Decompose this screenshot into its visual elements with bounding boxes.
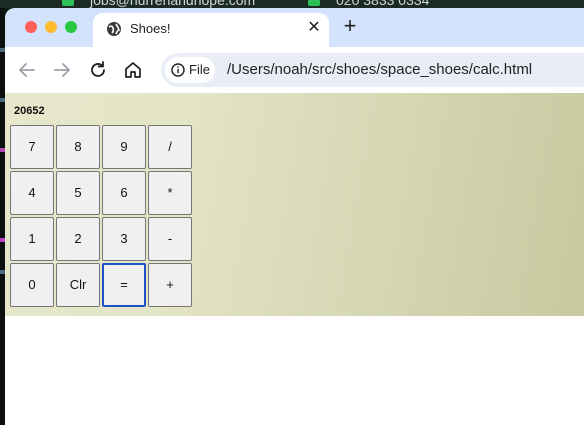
- key-5-button[interactable]: 5: [56, 171, 100, 215]
- key-9-button[interactable]: 9: [102, 125, 146, 169]
- arrow-left-icon: [19, 63, 35, 77]
- arrow-right-icon: [54, 63, 70, 77]
- back-button[interactable]: [16, 59, 38, 81]
- background-window-strip: jobs@hurrenandhope.com 020 3833 0334: [0, 0, 584, 8]
- key-divide-button[interactable]: /: [148, 125, 192, 169]
- tab-strip: Shoes! ✕ +: [5, 8, 584, 47]
- info-icon: [171, 63, 185, 77]
- window-close-button[interactable]: [25, 21, 37, 33]
- address-bar[interactable]: File /Users/noah/src/shoes/space_shoes/c…: [161, 53, 584, 87]
- key-1-button[interactable]: 1: [10, 217, 54, 261]
- key-4-button[interactable]: 4: [10, 171, 54, 215]
- mail-icon: [62, 0, 74, 6]
- key-subtract-button[interactable]: -: [148, 217, 192, 261]
- calculator-panel: 20652 7 8 9/ 4 5 6 * 1 2 3- 0 Clr = +: [5, 93, 584, 316]
- key-2-button[interactable]: 2: [56, 217, 100, 261]
- globe-icon: [106, 21, 122, 37]
- key-6-button[interactable]: 6: [102, 171, 146, 215]
- reload-button[interactable]: [87, 59, 109, 81]
- key-0-button[interactable]: 0: [10, 263, 54, 307]
- key-clear-button[interactable]: Clr: [56, 263, 100, 307]
- new-tab-button[interactable]: +: [339, 15, 361, 38]
- key-add-button[interactable]: +: [148, 263, 192, 307]
- phone-icon: [308, 0, 320, 6]
- page-content: 20652 7 8 9/ 4 5 6 * 1 2 3- 0 Clr = +: [5, 93, 584, 425]
- browser-toolbar: File /Users/noah/src/shoes/space_shoes/c…: [5, 47, 584, 93]
- calculator-display: 20652: [14, 105, 45, 117]
- key-3-button[interactable]: 3: [102, 217, 146, 261]
- url-text[interactable]: /Users/noah/src/shoes/space_shoes/calc.h…: [227, 61, 532, 78]
- key-equals-button[interactable]: =: [102, 263, 146, 307]
- background-email-text: jobs@hurrenandhope.com: [90, 0, 256, 8]
- reload-icon: [91, 61, 105, 77]
- home-icon: [125, 62, 141, 78]
- tab-shoes[interactable]: Shoes! ✕: [93, 13, 329, 47]
- browser-window: Shoes! ✕ + File /Users/noah/src/shoes/sp…: [5, 8, 584, 425]
- site-info-chip[interactable]: File: [165, 57, 215, 83]
- key-multiply-button[interactable]: *: [148, 171, 192, 215]
- background-phone-text: 020 3833 0334: [336, 0, 430, 8]
- forward-button[interactable]: [51, 59, 73, 81]
- window-minimize-button[interactable]: [45, 21, 57, 33]
- key-8-button[interactable]: 8: [56, 125, 100, 169]
- tab-close-icon[interactable]: ✕: [305, 19, 323, 37]
- site-info-label: File: [189, 62, 210, 77]
- tab-title: Shoes!: [130, 21, 171, 36]
- window-maximize-button[interactable]: [65, 21, 77, 33]
- home-button[interactable]: [122, 59, 144, 81]
- keypad: 7 8 9/ 4 5 6 * 1 2 3- 0 Clr = +: [10, 125, 196, 311]
- key-7-button[interactable]: 7: [10, 125, 54, 169]
